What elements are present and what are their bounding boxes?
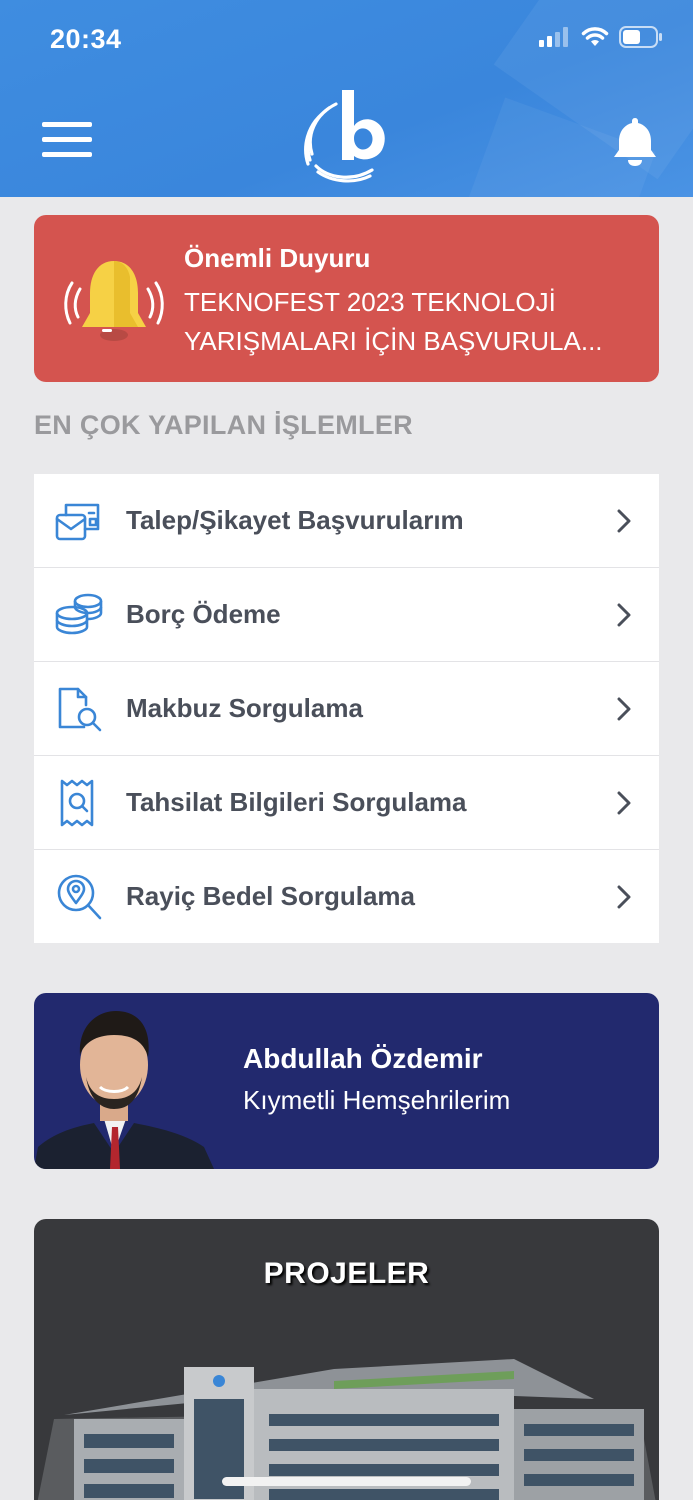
list-item-rayic-bedel[interactable]: Rayiç Bedel Sorgulama [34, 850, 659, 943]
home-indicator[interactable] [222, 1477, 471, 1486]
app-header: 20:34 [0, 0, 693, 197]
projects-title: PROJELER [263, 1257, 430, 1290]
announcement-line-1: TEKNOFEST 2023 TEKNOLOJİ [184, 287, 556, 317]
status-icons [539, 26, 663, 48]
list-item-label: Makbuz Sorgulama [126, 693, 363, 723]
list-item-label: Borç Ödeme [126, 599, 281, 629]
menu-bar [42, 152, 92, 157]
announcement-text: TEKNOFEST 2023 TEKNOLOJİ YARIŞMALARI İÇİ… [184, 283, 644, 361]
list-item-makbuz-sorgulama[interactable]: Makbuz Sorgulama [34, 662, 659, 756]
location-search-icon [57, 874, 102, 920]
wifi-icon [581, 27, 609, 46]
menu-bar [42, 137, 92, 142]
list-item-tahsilat-bilgileri[interactable]: Tahsilat Bilgileri Sorgulama [34, 756, 659, 850]
announcement-line-2: YARIŞMALARI İÇİN BAŞVURULA... [184, 326, 603, 356]
alarm-bell-icon [64, 261, 164, 341]
projects-card[interactable]: PROJELER [34, 1219, 659, 1500]
battery-icon [619, 26, 662, 48]
document-search-icon [58, 687, 102, 732]
list-item-talep-sikayet[interactable]: Talep/Şikayet Başvurularım [34, 474, 659, 568]
chevron-right-icon [617, 791, 631, 815]
mayor-photo [34, 1011, 214, 1169]
receipt-search-icon [60, 779, 94, 827]
municipality-logo [304, 90, 385, 183]
announcement-title: Önemli Duyuru [184, 243, 371, 273]
notification-bell-icon[interactable] [612, 116, 658, 166]
signal-icon [539, 27, 568, 47]
building-illustration [37, 1359, 656, 1500]
list-item-label: Talep/Şikayet Başvurularım [126, 505, 464, 535]
chevron-right-icon [617, 509, 631, 533]
list-item-label: Tahsilat Bilgileri Sorgulama [126, 787, 467, 817]
menu-bar [42, 122, 92, 127]
status-time: 20:34 [50, 24, 122, 54]
coins-icon [55, 593, 103, 635]
list-item-label: Rayiç Bedel Sorgulama [126, 881, 415, 911]
mail-form-icon [55, 503, 100, 541]
chevron-right-icon [617, 885, 631, 909]
chevron-right-icon [617, 697, 631, 721]
important-announcement-card[interactable]: Önemli Duyuru TEKNOFEST 2023 TEKNOLOJİ Y… [34, 215, 659, 382]
quick-actions-list: Talep/Şikayet Başvurularım Borç Ödeme Ma… [34, 474, 659, 943]
mayor-message-card[interactable]: Abdullah Özdemir Kıymetli Hemşehrilerim [34, 993, 659, 1169]
chevron-right-icon [617, 603, 631, 627]
hamburger-menu-button[interactable] [42, 122, 94, 158]
mayor-name: Abdullah Özdemir [243, 1043, 483, 1074]
mayor-message-subtitle: Kıymetli Hemşehrilerim [243, 1085, 511, 1115]
section-title: EN ÇOK YAPILAN İŞLEMLER [34, 410, 413, 440]
list-item-borc-odeme[interactable]: Borç Ödeme [34, 568, 659, 662]
